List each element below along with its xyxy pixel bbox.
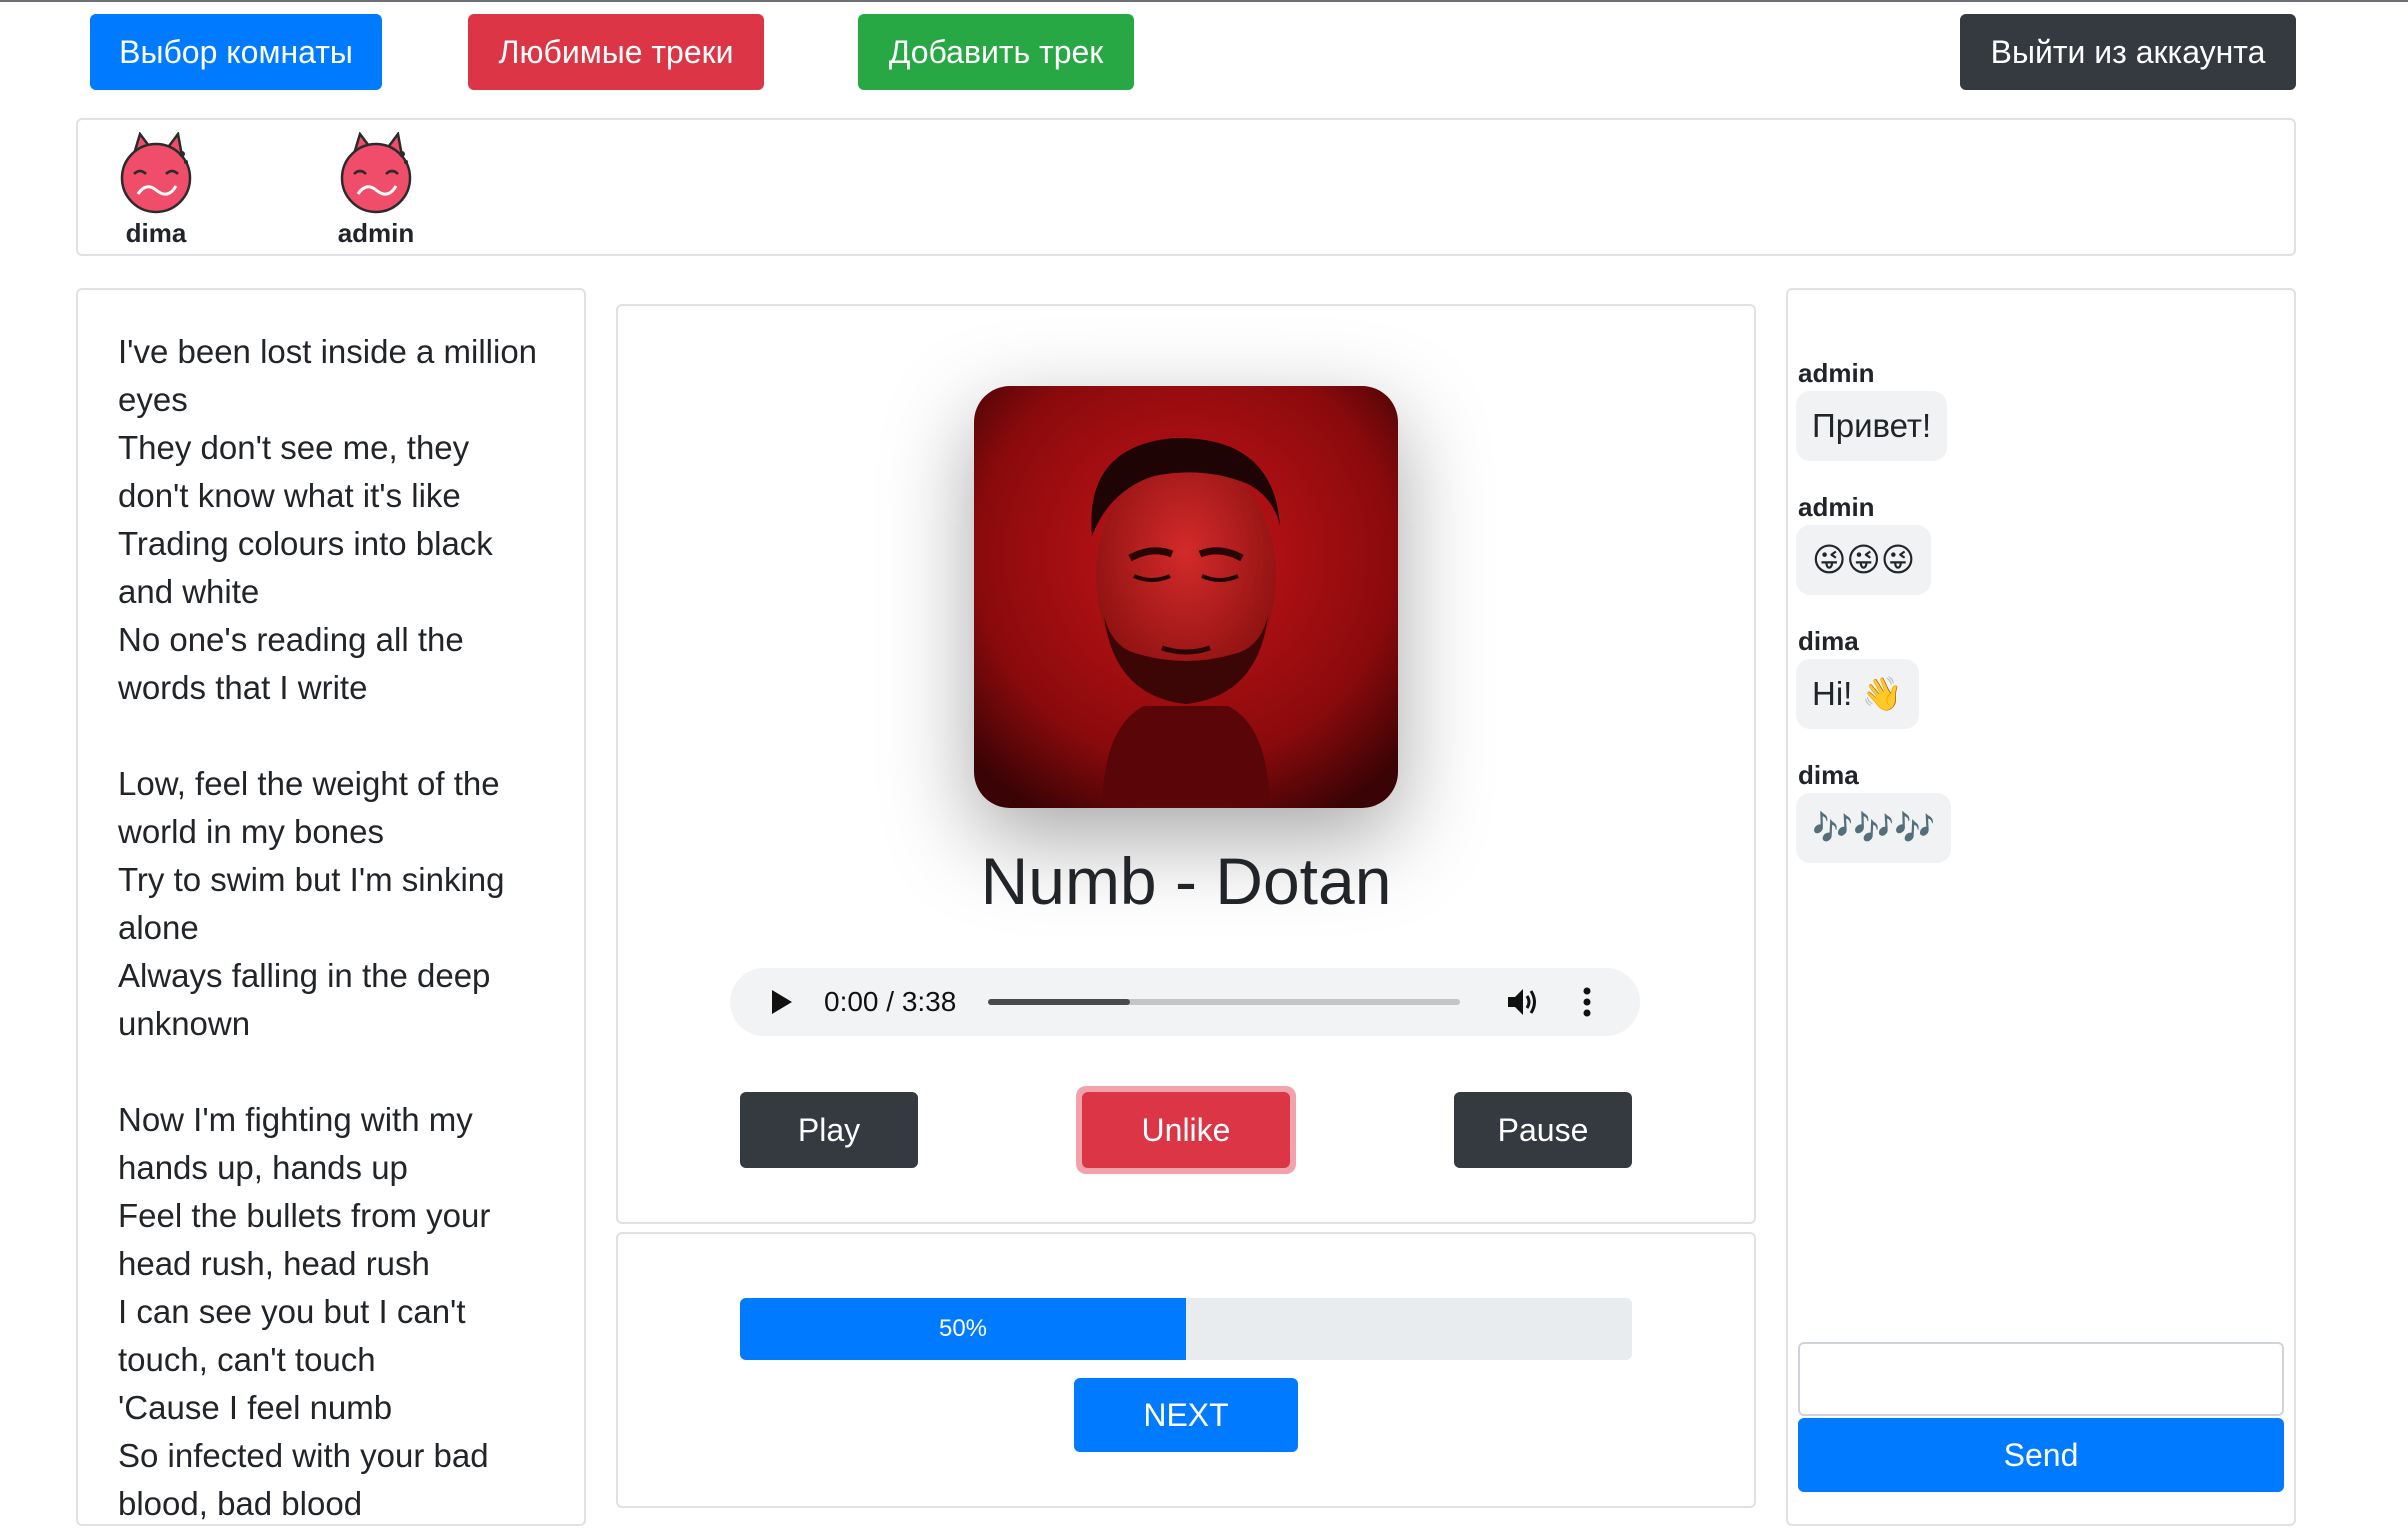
vote-progress: 50% <box>740 1298 1632 1360</box>
lyrics-line: Always falling in the deep <box>118 957 491 994</box>
message-bubble: 😜😜😜 <box>1796 525 1932 595</box>
lyrics-line: hands up, hands up <box>118 1149 408 1186</box>
lyrics-text: I've been lost inside a million eyes They … <box>118 328 558 1528</box>
message-author: admin <box>1798 492 1875 522</box>
lyrics-line: Try to swim but I'm sinking <box>118 861 505 898</box>
more-options-icon[interactable] <box>1582 986 1592 1018</box>
lyrics-line: I can see you but I can't <box>118 1293 466 1330</box>
user-name: dima <box>125 218 187 248</box>
seek-bar[interactable] <box>988 999 1460 1005</box>
lyrics-line: and white <box>118 573 260 610</box>
window-top-border <box>0 0 2408 2</box>
logout-button[interactable]: Выйти из аккаунта <box>1960 14 2296 90</box>
message-author: dima <box>1798 760 1859 790</box>
lyrics-line: world in my bones <box>118 813 384 850</box>
vote-progress-bar: 50% <box>740 1298 1186 1360</box>
chat-input[interactable] <box>1798 1342 2284 1416</box>
lyrics-line: touch, can't touch <box>118 1341 376 1378</box>
unlike-button[interactable]: Unlike <box>1082 1092 1290 1168</box>
audio-time: 0:00 / 3:38 <box>824 986 957 1017</box>
lyrics-line: I've been lost inside a million <box>118 333 538 370</box>
message-bubble: 🎶🎶🎶 <box>1796 793 1952 863</box>
chat-message: admin Привет! <box>1796 355 2218 461</box>
lyrics-line: No one's reading all the <box>118 621 464 658</box>
room-select-button[interactable]: Выбор комнаты <box>90 14 382 90</box>
add-track-button[interactable]: Добавить трек <box>858 14 1134 90</box>
album-cover <box>974 386 1398 808</box>
play-button[interactable]: Play <box>740 1092 918 1168</box>
lyrics-line: They don't see me, they <box>118 429 470 466</box>
send-button[interactable]: Send <box>1798 1418 2284 1492</box>
user-admin: admin <box>316 132 436 249</box>
chat-message: dima 🎶🎶🎶 <box>1796 757 2218 863</box>
lyrics-line: Low, feel the weight of the <box>118 765 500 802</box>
chat-messages: admin Привет! admin 😜😜😜 dima Hi! 👋 dima … <box>1796 355 2218 891</box>
lyrics-line: alone <box>118 909 199 946</box>
user-name: admin <box>337 218 415 248</box>
cat-avatar-icon <box>120 132 192 214</box>
cat-avatar-icon <box>340 132 412 214</box>
vote-panel <box>616 1232 1756 1508</box>
lyrics-line: eyes <box>118 381 188 418</box>
lyrics-line: don't know what it's like <box>118 477 461 514</box>
lyrics-line: head rush, head rush <box>118 1245 430 1282</box>
favorite-tracks-button[interactable]: Любимые треки <box>468 14 764 90</box>
album-art-image <box>974 386 1398 808</box>
chat-message: dima Hi! 👋 <box>1796 623 2218 729</box>
chat-message: admin 😜😜😜 <box>1796 489 2218 595</box>
lyrics-line: Feel the bullets from your <box>118 1197 491 1234</box>
lyrics-line: blood, bad blood <box>118 1485 363 1522</box>
message-bubble: Привет! <box>1796 391 1948 461</box>
volume-icon[interactable] <box>1506 986 1540 1018</box>
lyrics-line: 'Cause I feel numb <box>118 1389 393 1426</box>
lyrics-line: unknown <box>118 1005 251 1042</box>
lyrics-stanza-gap <box>118 1048 558 1096</box>
pause-button[interactable]: Pause <box>1454 1092 1632 1168</box>
message-author: dima <box>1798 626 1859 656</box>
lyrics-line: Trading colours into black <box>118 525 493 562</box>
audio-player[interactable]: 0:00 / 3:38 <box>730 968 1640 1036</box>
track-title: Numb - Dotan <box>980 844 1392 918</box>
lyrics-stanza-gap <box>118 712 558 760</box>
lyrics-line: words that I write <box>118 669 368 706</box>
play-icon[interactable] <box>770 988 794 1016</box>
message-bubble: Hi! 👋 <box>1796 659 1919 729</box>
lyrics-line: So infected with your bad <box>118 1437 489 1474</box>
lyrics-line: Now I'm fighting with my <box>118 1101 473 1138</box>
seek-progress <box>988 999 1130 1005</box>
user-dima: dima <box>96 132 216 249</box>
message-author: admin <box>1798 358 1875 388</box>
next-button[interactable]: NEXT <box>1074 1378 1298 1452</box>
